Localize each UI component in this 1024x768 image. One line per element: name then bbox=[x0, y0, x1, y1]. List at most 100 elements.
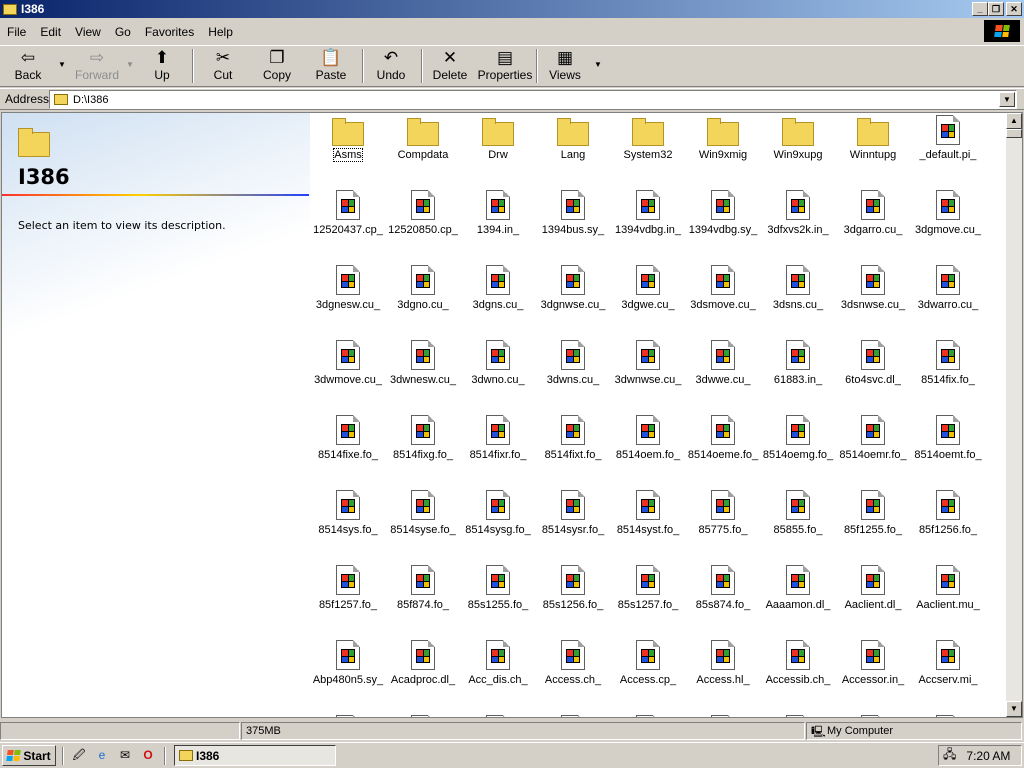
cut-button[interactable]: ✂ Cut bbox=[203, 48, 243, 86]
copy-button[interactable]: ❐ Copy bbox=[257, 48, 297, 86]
network-icon[interactable]: 🖧 bbox=[943, 745, 956, 766]
file-item[interactable]: 3dsns.cu_ bbox=[760, 263, 836, 335]
file-item[interactable] bbox=[535, 713, 611, 717]
file-item[interactable]: 85s874.fo_ bbox=[685, 563, 761, 635]
opera-icon[interactable]: O bbox=[140, 747, 156, 763]
views-button[interactable]: ▦ Views bbox=[545, 48, 585, 86]
title-bar[interactable]: I386 _ ❐ ✕ bbox=[0, 0, 1024, 18]
properties-button[interactable]: ▤ Properties bbox=[477, 48, 533, 86]
file-item[interactable]: Accessor.in_ bbox=[835, 638, 911, 710]
file-item[interactable]: Acc_dis.ch_ bbox=[460, 638, 536, 710]
folder-item[interactable]: Win9xupg bbox=[760, 113, 836, 185]
file-item[interactable]: 8514fixt.fo_ bbox=[535, 413, 611, 485]
file-item[interactable]: 85s1256.fo_ bbox=[535, 563, 611, 635]
file-item[interactable]: 85f874.fo_ bbox=[385, 563, 461, 635]
menu-help[interactable]: Help bbox=[201, 25, 240, 39]
file-item[interactable]: Acadproc.dl_ bbox=[385, 638, 461, 710]
scroll-down-button[interactable]: ▼ bbox=[1006, 701, 1022, 717]
file-item[interactable]: 85f1255.fo_ bbox=[835, 488, 911, 560]
file-item[interactable]: 85f1257.fo_ bbox=[310, 563, 386, 635]
file-item[interactable]: 3dgnesw.cu_ bbox=[310, 263, 386, 335]
file-item[interactable]: 3dsmove.cu_ bbox=[685, 263, 761, 335]
file-item[interactable]: Abp480n5.sy_ bbox=[310, 638, 386, 710]
file-item[interactable]: 3dwnesw.cu_ bbox=[385, 338, 461, 410]
file-item[interactable] bbox=[460, 713, 536, 717]
folder-item[interactable]: Compdata bbox=[385, 113, 461, 185]
file-item[interactable]: 3dgno.cu_ bbox=[385, 263, 461, 335]
file-item[interactable]: _default.pi_ bbox=[910, 113, 986, 185]
file-item[interactable]: 8514oeme.fo_ bbox=[685, 413, 761, 485]
file-item[interactable]: 3dwns.cu_ bbox=[535, 338, 611, 410]
file-item[interactable]: 8514fixr.fo_ bbox=[460, 413, 536, 485]
file-item[interactable]: 3dgarro.cu_ bbox=[835, 188, 911, 260]
show-desktop-icon[interactable]: 🖉 bbox=[71, 747, 87, 763]
file-item[interactable]: Accessib.ch_ bbox=[760, 638, 836, 710]
file-item[interactable]: 3dgnwse.cu_ bbox=[535, 263, 611, 335]
menu-file[interactable]: File bbox=[0, 25, 33, 39]
file-item[interactable]: 3dgwe.cu_ bbox=[610, 263, 686, 335]
file-item[interactable]: 6to4svc.dl_ bbox=[835, 338, 911, 410]
address-dropdown-icon[interactable]: ▼ bbox=[999, 92, 1015, 107]
folder-item[interactable]: Win9xmig bbox=[685, 113, 761, 185]
file-item[interactable]: 12520437.cp_ bbox=[310, 188, 386, 260]
paste-button[interactable]: 📋 Paste bbox=[310, 48, 352, 86]
menu-go[interactable]: Go bbox=[108, 25, 138, 39]
file-item[interactable]: 3dgmove.cu_ bbox=[910, 188, 986, 260]
back-dropdown-icon[interactable]: ▼ bbox=[58, 60, 66, 69]
file-item[interactable]: 8514sysr.fo_ bbox=[535, 488, 611, 560]
views-dropdown-icon[interactable]: ▼ bbox=[594, 60, 602, 69]
folder-item[interactable]: Asms bbox=[310, 113, 386, 185]
file-item[interactable]: Aaclient.mu_ bbox=[910, 563, 986, 635]
file-item[interactable]: 85855.fo_ bbox=[760, 488, 836, 560]
file-item[interactable]: 3dwno.cu_ bbox=[460, 338, 536, 410]
file-item[interactable]: 12520850.cp_ bbox=[385, 188, 461, 260]
file-item[interactable] bbox=[310, 713, 386, 717]
file-item[interactable]: 8514sys.fo_ bbox=[310, 488, 386, 560]
task-button-i386[interactable]: I386 bbox=[174, 745, 336, 766]
menu-edit[interactable]: Edit bbox=[33, 25, 68, 39]
file-item[interactable] bbox=[835, 713, 911, 717]
delete-button[interactable]: ✕ Delete bbox=[430, 48, 470, 86]
scroll-thumb[interactable] bbox=[1006, 129, 1022, 138]
back-button[interactable]: ⇦ Back bbox=[6, 48, 50, 86]
file-item[interactable]: 85s1255.fo_ bbox=[460, 563, 536, 635]
scroll-up-button[interactable]: ▲ bbox=[1006, 113, 1022, 129]
clock[interactable]: 7:20 AM bbox=[966, 749, 1010, 763]
file-item[interactable]: 8514syse.fo_ bbox=[385, 488, 461, 560]
internet-explorer-icon[interactable]: e bbox=[94, 747, 110, 763]
file-item[interactable] bbox=[760, 713, 836, 717]
folder-item[interactable]: System32 bbox=[610, 113, 686, 185]
menu-view[interactable]: View bbox=[68, 25, 108, 39]
file-item[interactable]: 61883.in_ bbox=[760, 338, 836, 410]
file-item[interactable]: 3dwmove.cu_ bbox=[310, 338, 386, 410]
file-item[interactable]: 3dfxvs2k.in_ bbox=[760, 188, 836, 260]
file-item[interactable]: Accserv.mi_ bbox=[910, 638, 986, 710]
file-item[interactable]: 85s1257.fo_ bbox=[610, 563, 686, 635]
file-item[interactable]: Access.ch_ bbox=[535, 638, 611, 710]
up-button[interactable]: ⬆ Up bbox=[142, 48, 182, 86]
file-item[interactable]: Access.hl_ bbox=[685, 638, 761, 710]
file-item[interactable]: Aaaamon.dl_ bbox=[760, 563, 836, 635]
file-item[interactable]: 85f1256.fo_ bbox=[910, 488, 986, 560]
file-item[interactable]: 85775.fo_ bbox=[685, 488, 761, 560]
file-item[interactable] bbox=[610, 713, 686, 717]
file-item[interactable]: 3dsnwse.cu_ bbox=[835, 263, 911, 335]
address-input[interactable]: D:\I386 ▼ bbox=[49, 90, 1017, 109]
outlook-express-icon[interactable]: ✉ bbox=[117, 747, 133, 763]
file-item[interactable]: 8514fixg.fo_ bbox=[385, 413, 461, 485]
folder-item[interactable]: Drw bbox=[460, 113, 536, 185]
minimize-button[interactable]: _ bbox=[972, 2, 988, 16]
file-item[interactable]: 8514fix.fo_ bbox=[910, 338, 986, 410]
restore-button[interactable]: ❐ bbox=[988, 2, 1004, 16]
file-item[interactable]: Access.cp_ bbox=[610, 638, 686, 710]
file-item[interactable]: 8514oemr.fo_ bbox=[835, 413, 911, 485]
folder-item[interactable]: Winntupg bbox=[835, 113, 911, 185]
file-item[interactable]: 8514fixe.fo_ bbox=[310, 413, 386, 485]
close-button[interactable]: ✕ bbox=[1006, 2, 1022, 16]
vertical-scrollbar[interactable]: ▲ ▼ bbox=[1006, 113, 1022, 717]
file-item[interactable]: 3dwwe.cu_ bbox=[685, 338, 761, 410]
file-item[interactable] bbox=[910, 713, 986, 717]
forward-button[interactable]: ⇨ Forward bbox=[72, 48, 122, 86]
menu-favorites[interactable]: Favorites bbox=[138, 25, 201, 39]
file-item[interactable]: 1394vdbg.sy_ bbox=[685, 188, 761, 260]
